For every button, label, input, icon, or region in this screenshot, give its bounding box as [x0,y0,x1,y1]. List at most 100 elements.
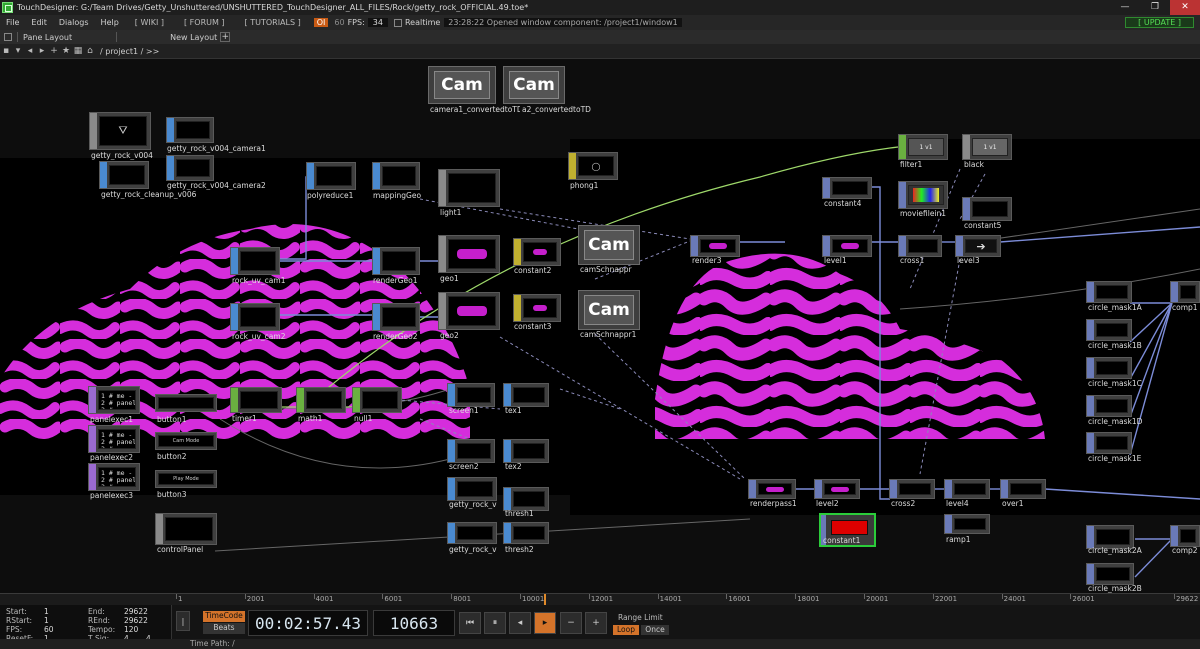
node-panelexec3[interactable]: 1 # me - 2 # panel 3 # [88,463,140,491]
realtime-checkbox[interactable] [393,18,402,27]
node-camera1[interactable]: Cam [428,66,496,104]
node-circle-mask1a[interactable] [1086,281,1132,303]
node-getty-rock-v004-camera2[interactable] [166,155,214,181]
pane-type-icon[interactable]: ▪ [0,46,12,56]
pane-layout-menu[interactable]: Pane Layout [23,33,72,42]
node-level1[interactable] [822,235,872,257]
node-tex1[interactable] [503,383,549,407]
node-ramp1[interactable] [944,514,990,534]
play-button[interactable]: ▸ [534,612,556,634]
node-light1[interactable] [438,169,500,207]
node-rendergeo1[interactable] [372,247,420,275]
timecode-toggle[interactable]: TimeCode [203,611,245,622]
node-constant5[interactable] [962,197,1012,221]
node-circle-mask1d[interactable] [1086,395,1132,417]
node-getty-rock-v004[interactable]: ⛛ [89,112,151,150]
node-level3[interactable]: ➔ [955,235,1001,257]
node-cross2[interactable] [889,479,935,499]
node-rendergeo2[interactable] [372,303,420,331]
node-constant3[interactable] [513,294,561,322]
node-moviefilein1[interactable] [898,181,948,209]
node-over1[interactable] [1000,479,1046,499]
node-getty-rock-cleanup[interactable] [99,161,149,189]
menu-help[interactable]: Help [95,18,125,27]
node-level2[interactable] [814,479,860,499]
node-black[interactable]: 1 v1 [962,134,1012,160]
network-editor[interactable]: Cam camera1_convertedtoTD Cam a2_convert… [0,59,1200,593]
home-icon[interactable]: ⌂ [84,46,96,56]
menu-file[interactable]: File [0,18,25,27]
back-arrow-icon[interactable]: ◂ [24,46,36,56]
node-getty-rock-v-b[interactable] [447,522,497,544]
oi-badge[interactable]: OI [313,18,329,27]
node-cross1[interactable] [898,235,942,257]
node-thresh2[interactable] [503,522,549,544]
node-panelexec2[interactable]: 1 # me - 2 # panel 3 # [88,425,140,453]
node-geo1[interactable] [438,235,500,273]
tutorials-link[interactable]: [ TUTORIALS ] [237,18,309,27]
node-filter1[interactable]: 1 v1 [898,134,948,160]
pane-grid-icon[interactable] [4,33,12,41]
minimize-button[interactable]: — [1110,0,1140,15]
time-path-bar[interactable]: Time Path: / [0,639,1200,649]
timeline-ruler[interactable]: 1 2001 4001 6001 8001 10001 12001 14001 16001 180… [0,593,1200,606]
node-rock-uv-cam2[interactable] [230,303,280,331]
add-layout-button[interactable]: + [220,32,231,42]
node-level4[interactable] [944,479,990,499]
node-geo2[interactable] [438,292,500,330]
once-toggle[interactable]: Once [641,625,669,635]
increment-button[interactable]: + [585,612,607,634]
node-rock-uv-cam1[interactable] [230,247,280,275]
transport-collapse-button[interactable]: | [176,611,190,631]
network-path[interactable]: / project1 / >> [100,47,159,56]
menu-dialogs[interactable]: Dialogs [53,18,95,27]
node-circle-mask1b[interactable] [1086,319,1132,341]
forum-link[interactable]: [ FORUM ] [176,18,233,27]
fps-cap[interactable]: 60 [334,18,344,27]
update-button[interactable]: [ UPDATE ] [1125,17,1194,28]
node-circle-mask1c[interactable] [1086,357,1132,379]
node-getty-rock-v-a[interactable] [447,477,497,501]
menu-edit[interactable]: Edit [25,18,53,27]
node-phong1[interactable]: ◯ [568,152,618,180]
timecode-field[interactable]: 00:02:57.43 [248,610,368,636]
node-tex2[interactable] [503,439,549,463]
node-screen1[interactable] [447,383,495,407]
node-screen2[interactable] [447,439,495,463]
new-layout-tab[interactable]: New Layout [170,33,217,42]
frame-field[interactable]: 10663 [373,610,455,636]
node-camera2[interactable]: Cam [503,66,565,104]
node-math1[interactable] [296,387,346,413]
node-timer1[interactable] [230,387,282,413]
maximize-button[interactable]: ❐ [1140,0,1170,15]
node-constant2[interactable] [513,238,561,266]
add-plus-icon[interactable]: + [48,46,60,56]
step-back-button[interactable]: ◂ [509,612,531,634]
star-icon[interactable]: ★ [60,46,72,56]
node-button1[interactable] [155,394,217,412]
node-render3[interactable] [690,235,740,257]
node-controlpanel[interactable] [155,513,217,545]
menu-chevron-icon[interactable]: ▾ [12,46,24,56]
node-circle-mask2b[interactable] [1086,563,1134,585]
node-comp1[interactable] [1170,281,1200,303]
node-panelexec1[interactable]: 1 # me - 2 # panel 3 # [88,386,140,414]
node-constant4[interactable] [822,177,872,199]
node-polyreduce1[interactable] [306,162,356,190]
wiki-link[interactable]: [ WIKI ] [127,18,172,27]
node-comp2[interactable] [1170,525,1200,547]
node-button2[interactable]: Cam Mode [155,432,217,450]
go-to-start-button[interactable]: ⏮ [459,612,481,634]
node-circle-mask2a[interactable] [1086,525,1134,549]
node-null1[interactable] [352,387,402,413]
node-mappinggeo[interactable] [372,162,420,190]
close-button[interactable]: ✕ [1170,0,1200,15]
layout-icon[interactable]: ▦ [72,46,84,56]
node-button3[interactable]: Play Mode [155,470,217,488]
decrement-button[interactable]: − [560,612,582,634]
loop-toggle[interactable]: Loop [613,625,639,635]
node-renderpass1[interactable] [748,479,796,499]
node-circle-mask1e[interactable] [1086,432,1132,454]
beats-toggle[interactable]: Beats [203,623,245,634]
pause-button[interactable]: ⏸ [484,612,506,634]
